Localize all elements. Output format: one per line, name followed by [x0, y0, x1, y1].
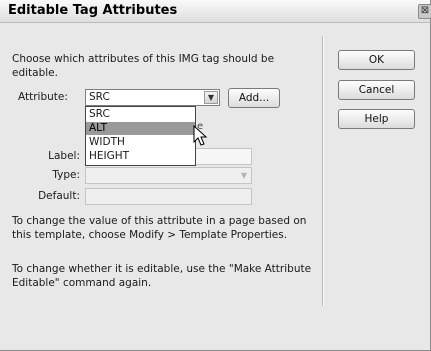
type-field-label: Type:: [52, 169, 80, 181]
chevron-down-icon[interactable]: ▼: [204, 91, 218, 104]
attribute-select[interactable]: SRC ▼: [85, 89, 220, 106]
template-properties-hint: To change the value of this attribute in…: [12, 215, 307, 241]
close-icon[interactable]: ⊠: [418, 4, 431, 19]
dropdown-option-src[interactable]: SRC: [86, 108, 195, 121]
default-field-label: Default:: [38, 190, 80, 202]
chevron-down-icon: ▼: [240, 171, 248, 180]
mouse-pointer-icon: [193, 125, 208, 146]
attribute-label: Attribute:: [18, 91, 68, 103]
section-divider: [322, 36, 324, 306]
cancel-button[interactable]: Cancel: [338, 80, 415, 100]
help-button[interactable]: Help: [338, 109, 415, 129]
attribute-selected-value: SRC: [89, 91, 110, 103]
ok-button[interactable]: OK: [338, 50, 415, 70]
editable-tag-attributes-dialog: Editable Tag Attributes ⊠ Choose which a…: [0, 0, 431, 351]
label-field[interactable]: [195, 148, 252, 165]
title-bar[interactable]: Editable Tag Attributes ⊠: [0, 0, 431, 23]
make-editable-hint: To change whether it is editable, use th…: [12, 263, 312, 289]
dropdown-option-width[interactable]: WIDTH: [86, 136, 195, 149]
add-attribute-button[interactable]: Add...: [228, 88, 280, 108]
dropdown-option-alt[interactable]: ALT: [86, 122, 195, 135]
dropdown-option-height[interactable]: HEIGHT: [86, 150, 195, 163]
dialog-description: Choose which attributes of this IMG tag …: [12, 53, 275, 79]
dialog-title: Editable Tag Attributes: [8, 3, 178, 18]
attribute-dropdown-list[interactable]: SRC ALT WIDTH HEIGHT: [85, 106, 196, 166]
type-select[interactable]: ▼: [85, 167, 252, 184]
default-field[interactable]: [85, 188, 252, 205]
label-field-label: Label:: [48, 150, 80, 162]
